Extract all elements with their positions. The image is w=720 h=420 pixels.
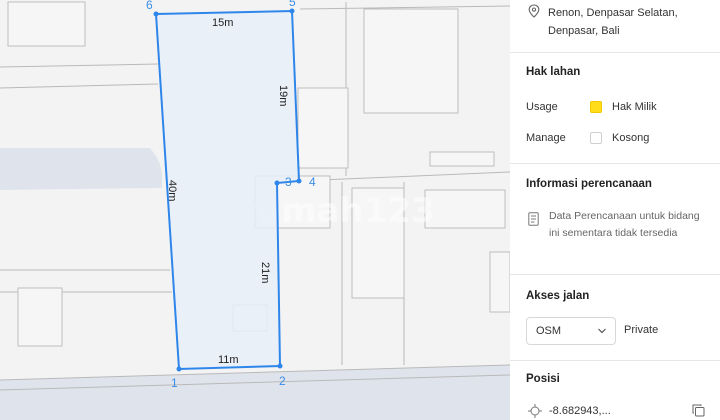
map-view[interactable]: rumah123 6 5 3 4 1 2 15m 11m 19m 40m 21m [0, 0, 510, 420]
section-divider [510, 360, 720, 361]
perencanaan-text: Data Perencanaan untuk bidang ini sement… [549, 210, 700, 239]
copy-icon[interactable] [692, 404, 705, 417]
document-icon [528, 212, 539, 226]
address-text: Renon, Denpasar Selatan, Denpasar, Bali [548, 4, 713, 40]
usage-value: Hak Milik [612, 101, 657, 113]
road-south [0, 365, 510, 420]
map-canvas[interactable]: rumah123 6 5 3 4 1 2 15m 11m 19m 40m 21m [0, 0, 510, 420]
perencanaan-title: Informasi perencanaan [526, 178, 652, 190]
manage-label: Manage [526, 132, 566, 144]
section-divider [510, 163, 720, 164]
section-divider [510, 52, 720, 53]
vertex-label-1: 1 [171, 376, 178, 390]
address-line-1: Renon, Denpasar Selatan, [548, 7, 678, 19]
coordinate-text: -8.682943,... [549, 405, 611, 417]
vertex-dot-5[interactable] [289, 8, 295, 14]
usage-swatch [590, 101, 602, 113]
vertex-dot-6[interactable] [153, 11, 159, 17]
vertex-label-3: 3 [285, 175, 292, 189]
road-west [0, 148, 162, 190]
address-line-2: Denpasar, Bali [548, 25, 620, 37]
road-source-select[interactable]: OSM [526, 317, 616, 345]
edge-label-bottom: 11m [218, 354, 239, 366]
edge-label-left: 40m [166, 180, 178, 201]
info-panel: Renon, Denpasar Selatan, Denpasar, Bali … [510, 0, 720, 420]
crosshair-icon [528, 404, 542, 418]
edge-label-right-lower: 21m [259, 262, 271, 283]
manage-swatch [590, 132, 602, 144]
vertex-dot-4[interactable] [296, 178, 302, 184]
road-source-value: OSM [536, 325, 562, 337]
vertex-label-6: 6 [146, 0, 153, 12]
vertex-label-5: 5 [289, 0, 296, 9]
location-pin-icon [528, 4, 540, 18]
hak-lahan-title: Hak lahan [526, 66, 581, 78]
akses-jalan-title: Akses jalan [526, 290, 590, 302]
vertex-dot-1[interactable] [176, 366, 182, 372]
vertex-dot-2[interactable] [277, 363, 283, 369]
vertex-label-2: 2 [279, 374, 286, 388]
edge-label-right-upper: 19m [277, 85, 289, 106]
edge-label-top: 15m [212, 17, 233, 29]
vertex-dot-3[interactable] [274, 180, 280, 186]
usage-label: Usage [526, 101, 558, 113]
posisi-title: Posisi [526, 373, 560, 385]
section-divider [510, 274, 720, 275]
vertex-label-4: 4 [309, 175, 316, 189]
manage-value: Kosong [612, 132, 650, 144]
chevron-down-icon [598, 328, 606, 334]
road-access-type: Private [624, 324, 659, 336]
